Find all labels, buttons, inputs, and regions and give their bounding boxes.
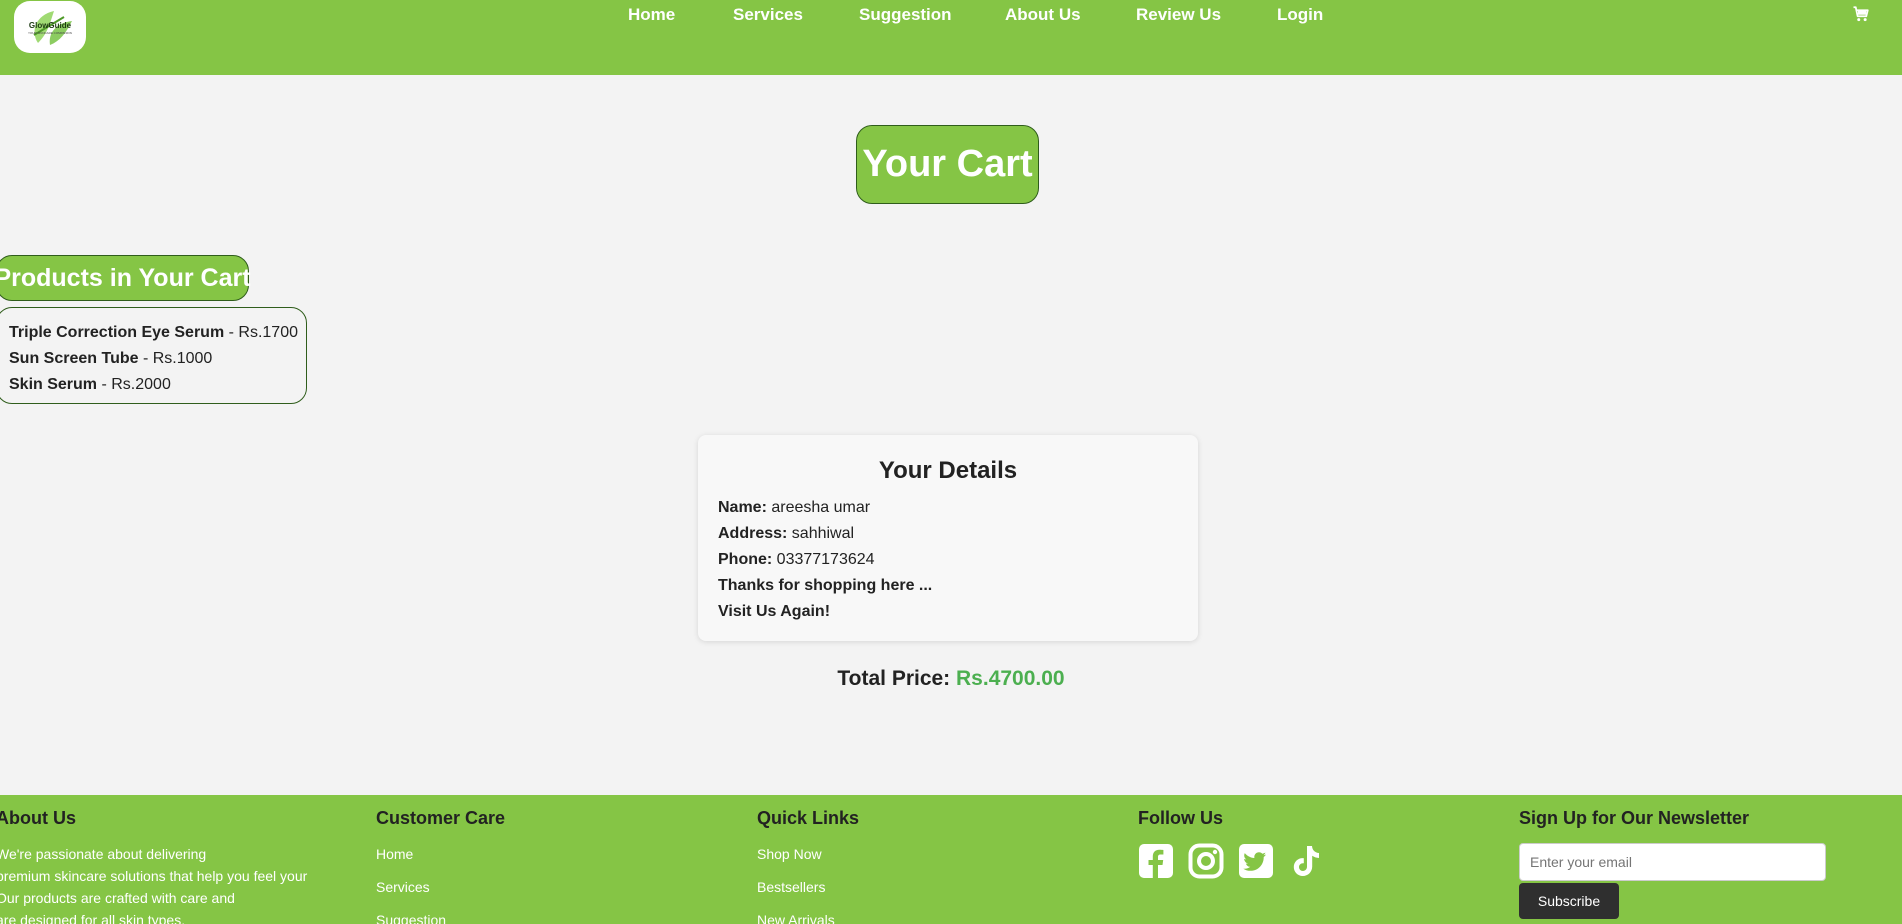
cart-icon[interactable] (1852, 5, 1870, 23)
cart-item-price: - Rs.1700 (224, 324, 298, 341)
detail-phone: Phone: 03377173624 (718, 547, 1178, 573)
cart-item-name: Triple Correction Eye Serum (9, 324, 225, 341)
nav-review-us[interactable]: Review Us (1136, 5, 1221, 25)
footer-newsletter: Sign Up for Our Newsletter Subscribe (1519, 808, 1826, 919)
detail-name-value: areesha umar (766, 499, 871, 516)
details-title: Your Details (878, 457, 1018, 484)
detail-phone-value: 03377173624 (772, 551, 875, 568)
cart-item: Sun Screen Tube - Rs.1000 (9, 346, 306, 372)
footer-customer-care: Customer Care Home Services Suggestion (376, 808, 505, 924)
detail-phone-label: Phone: (718, 551, 773, 568)
footer-about-text: We're passionate about delivering (0, 846, 207, 862)
visit-again-message: Visit Us Again! (718, 599, 1178, 625)
main-nav: Home Services Suggestion About Us Review… (0, 5, 1902, 27)
social-links (1138, 843, 1324, 879)
cart-item-price: - Rs.2000 (97, 376, 171, 393)
footer-quick-links-title: Quick Links (757, 808, 860, 828)
footer-link-bestsellers[interactable]: Bestsellers (757, 876, 859, 898)
footer-link-suggestion[interactable]: Suggestion (376, 909, 505, 924)
total-price: Total Price: Rs.4700.00 (0, 667, 1902, 691)
footer-link-shop-now[interactable]: Shop Now (757, 843, 859, 865)
products-section-title: Products in Your Cart (0, 255, 251, 301)
detail-name-label: Name: (718, 499, 767, 516)
footer-about-text: premium skincare solutions that help you… (0, 868, 308, 884)
tiktok-icon[interactable] (1288, 843, 1324, 879)
nav-suggestion[interactable]: Suggestion (859, 5, 952, 25)
instagram-icon[interactable] (1188, 843, 1224, 879)
header: GlowGuide YOUR SKINCARE COMPANION Home S… (0, 0, 1902, 75)
twitter-icon[interactable] (1238, 843, 1274, 879)
detail-address-value: sahhiwal (787, 525, 855, 542)
logo-subtext: YOUR SKINCARE COMPANION (28, 31, 72, 35)
page-title: Your Cart (856, 125, 1039, 204)
footer-link-home[interactable]: Home (376, 843, 505, 865)
cart-item-name: Sun Screen Tube (9, 350, 139, 367)
footer-newsletter-title: Sign Up for Our Newsletter (1519, 808, 1750, 828)
footer-link-new-arrivals[interactable]: New Arrivals (757, 909, 859, 924)
footer-customer-care-title: Customer Care (376, 808, 506, 828)
cart-products-list: Triple Correction Eye Serum - Rs.1700 Su… (0, 307, 307, 404)
visit-again-text: Visit Us Again! (718, 603, 831, 620)
thanks-message: Thanks for shopping here ... (718, 573, 1178, 599)
footer: About Us We're passionate about deliveri… (0, 795, 1902, 924)
nav-login[interactable]: Login (1277, 5, 1323, 25)
total-price-amount: Rs.4700.00 (956, 667, 1065, 690)
footer-about-title: About Us (0, 808, 76, 828)
footer-follow-title: Follow Us (1138, 808, 1223, 828)
nav-home[interactable]: Home (628, 5, 675, 25)
footer-about-text: are designed for all skin types. (0, 912, 186, 924)
detail-name: Name: areesha umar (718, 495, 1178, 521)
cart-item-price: - Rs.1000 (138, 350, 213, 367)
user-details-card: Your Details Name: areesha umar Address:… (698, 435, 1198, 641)
nav-services[interactable]: Services (733, 5, 803, 25)
detail-address: Address: sahhiwal (718, 521, 1178, 547)
footer-about-text: Our products are crafted with care and (0, 890, 235, 906)
footer-follow: Follow Us (1138, 808, 1324, 879)
detail-address-label: Address: (718, 525, 788, 542)
cart-item: Triple Correction Eye Serum - Rs.1700 (9, 320, 306, 346)
thanks-text: Thanks for shopping here ... (718, 577, 933, 594)
nav-about-us[interactable]: About Us (1005, 5, 1081, 25)
subscribe-button[interactable]: Subscribe (1519, 883, 1619, 919)
newsletter-email-input[interactable] (1519, 843, 1826, 881)
facebook-icon[interactable] (1138, 843, 1174, 879)
footer-about: About Us We're passionate about deliveri… (0, 808, 307, 924)
cart-item: Skin Serum - Rs.2000 (9, 372, 306, 398)
total-price-label: Total Price: (837, 667, 957, 690)
footer-quick-links: Quick Links Shop Now Bestsellers New Arr… (757, 808, 859, 924)
cart-item-name: Skin Serum (9, 376, 98, 393)
footer-link-services[interactable]: Services (376, 876, 505, 898)
